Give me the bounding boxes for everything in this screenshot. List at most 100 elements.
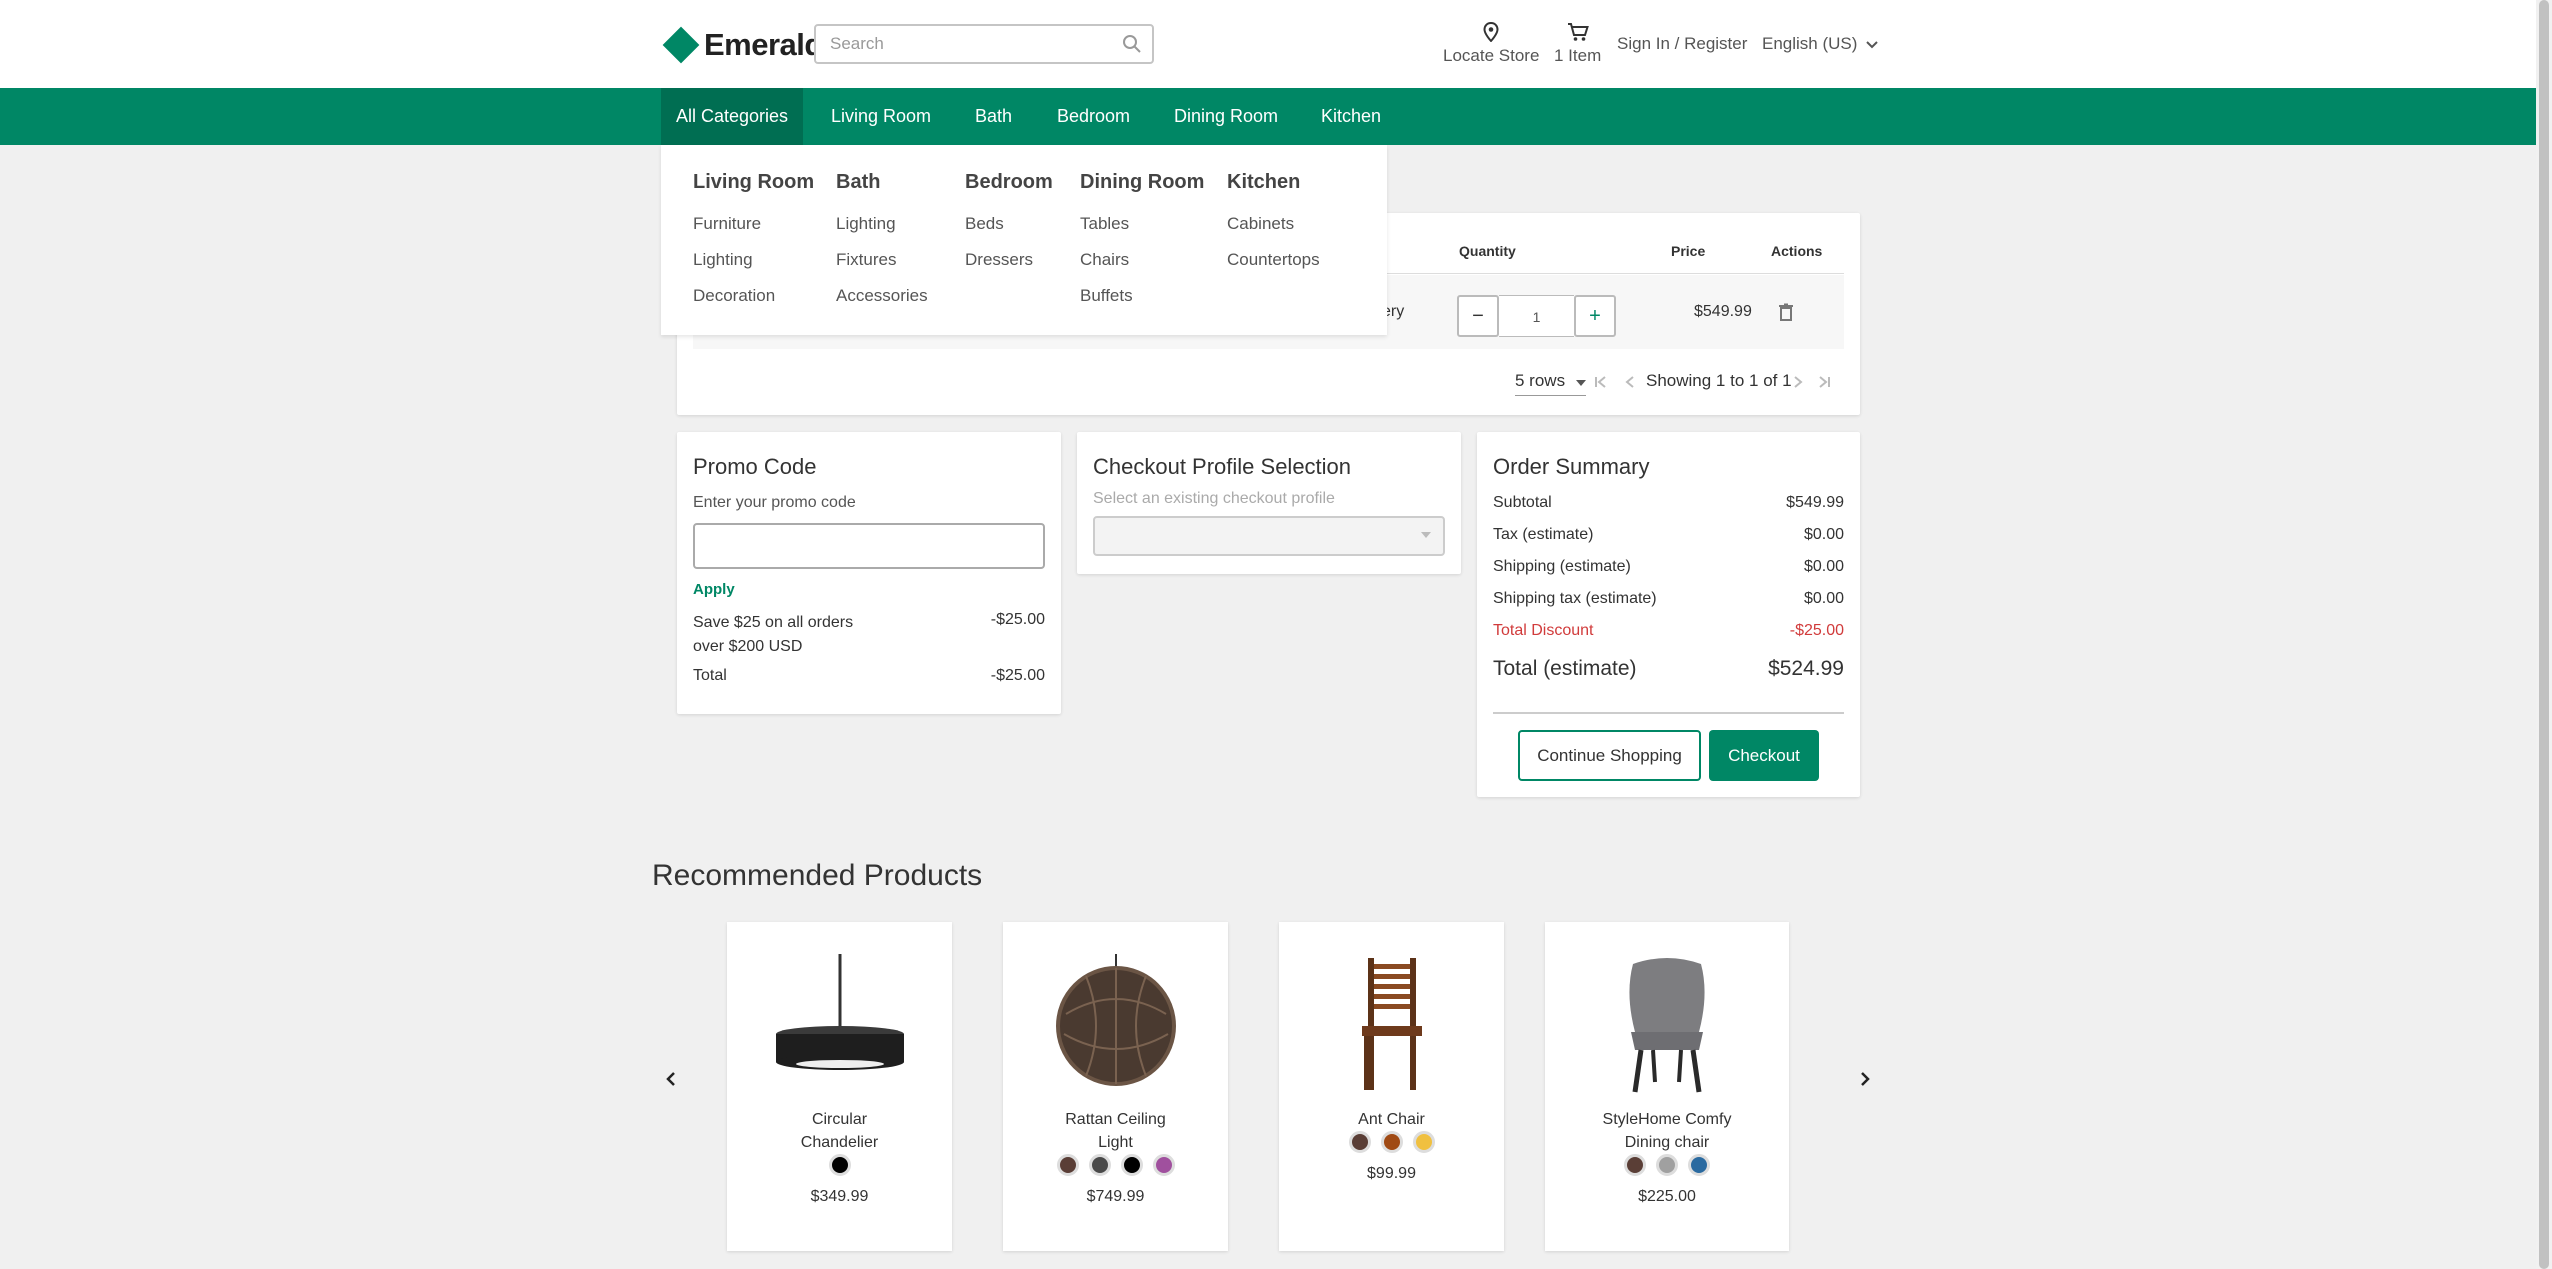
mega-link[interactable]: Lighting bbox=[836, 214, 928, 234]
swatch-purple[interactable] bbox=[1152, 1154, 1175, 1176]
promo-code-input[interactable] bbox=[693, 523, 1045, 569]
product-card[interactable]: Circular Chandelier $349.99 bbox=[727, 922, 952, 1251]
swatch-black[interactable] bbox=[1120, 1154, 1143, 1176]
mega-link[interactable]: Beds bbox=[965, 214, 1053, 234]
price-header: Price bbox=[1671, 243, 1706, 259]
color-swatches bbox=[1003, 1154, 1228, 1176]
nav-kitchen[interactable]: Kitchen bbox=[1306, 88, 1396, 145]
locate-store-link[interactable]: Locate Store bbox=[1443, 22, 1539, 66]
swatch-black[interactable] bbox=[828, 1154, 851, 1176]
product-name[interactable]: Circular Chandelier bbox=[727, 1108, 952, 1154]
swatch-orange[interactable] bbox=[1380, 1131, 1403, 1153]
rows-per-page-select[interactable]: 5 rows bbox=[1515, 371, 1586, 396]
nav-all-categories[interactable]: All Categories bbox=[661, 88, 804, 145]
actions-header: Actions bbox=[1771, 243, 1823, 259]
quantity-input[interactable]: 1 bbox=[1499, 295, 1574, 337]
mega-link[interactable]: Dressers bbox=[965, 250, 1053, 270]
swatch-yellow[interactable] bbox=[1412, 1131, 1435, 1153]
nav-living-room[interactable]: Living Room bbox=[816, 88, 946, 145]
product-card[interactable]: StyleHome Comfy Dining chair $225.00 bbox=[1545, 922, 1789, 1251]
mega-column-living-room: Living Room Furniture Lighting Decoratio… bbox=[693, 171, 814, 322]
product-image[interactable] bbox=[1279, 954, 1504, 1094]
category-nav: All Categories Living Room Bath Bedroom … bbox=[0, 88, 2536, 145]
first-page-icon[interactable] bbox=[1594, 376, 1608, 388]
apply-button[interactable]: Apply bbox=[693, 581, 735, 598]
summary-label: Subtotal bbox=[1493, 494, 1552, 511]
mega-link[interactable]: Lighting bbox=[693, 250, 814, 270]
language-selector[interactable]: English (US) bbox=[1762, 34, 1878, 54]
product-card[interactable]: Ant Chair $99.99 bbox=[1279, 922, 1504, 1251]
continue-shopping-button[interactable]: Continue Shopping bbox=[1518, 730, 1701, 781]
product-image[interactable] bbox=[1545, 954, 1789, 1094]
increase-quantity-button[interactable]: + bbox=[1574, 295, 1616, 337]
promo-total-row: Total -$25.00 bbox=[693, 667, 1045, 685]
brand-logo[interactable]: Emerald bbox=[662, 26, 823, 64]
mega-column-title[interactable]: Dining Room bbox=[1080, 171, 1204, 194]
rows-per-page-label: 5 rows bbox=[1515, 371, 1566, 390]
product-image[interactable] bbox=[1003, 954, 1228, 1094]
checkout-profile-card: Checkout Profile Selection Select an exi… bbox=[1077, 432, 1461, 574]
cart-link[interactable]: 1 Item bbox=[1554, 22, 1601, 66]
wooden-chair-image bbox=[1361, 958, 1422, 1090]
summary-value: $0.00 bbox=[1803, 590, 1844, 607]
language-label: English (US) bbox=[1762, 34, 1858, 53]
swatch-brown[interactable] bbox=[1056, 1154, 1079, 1176]
carousel-prev-icon[interactable] bbox=[666, 1072, 676, 1086]
mega-link[interactable]: Decoration bbox=[693, 286, 814, 306]
summary-label: Shipping (estimate) bbox=[1493, 558, 1631, 575]
recommended-title: Recommended Products bbox=[652, 859, 983, 892]
cart-count: 1 Item bbox=[1554, 46, 1602, 65]
product-image[interactable] bbox=[727, 954, 952, 1094]
color-swatches bbox=[727, 1154, 952, 1176]
mega-link[interactable]: Fixtures bbox=[836, 250, 928, 270]
mega-link[interactable]: Buffets bbox=[1080, 286, 1204, 306]
mega-link[interactable]: Accessories bbox=[836, 286, 928, 306]
sign-in-link[interactable]: Sign In / Register bbox=[1617, 34, 1747, 54]
location-pin-icon bbox=[1483, 22, 1499, 42]
decrease-quantity-button[interactable]: − bbox=[1457, 295, 1499, 337]
search-box bbox=[814, 24, 1154, 64]
mega-link[interactable]: Countertops bbox=[1227, 250, 1320, 270]
scrollbar-thumb[interactable] bbox=[2539, 0, 2549, 1269]
search-input[interactable] bbox=[830, 26, 1110, 62]
product-price: $99.99 bbox=[1367, 1165, 1416, 1182]
shipping-row: Shipping (estimate) $0.00 bbox=[1493, 558, 1844, 576]
promo-total-amount: -$25.00 bbox=[990, 667, 1045, 684]
mega-link[interactable]: Tables bbox=[1080, 214, 1204, 234]
carousel-next-icon[interactable] bbox=[1860, 1072, 1870, 1086]
mega-link[interactable]: Furniture bbox=[693, 214, 814, 234]
trash-icon[interactable] bbox=[1778, 303, 1794, 321]
promo-label: Enter your promo code bbox=[693, 494, 856, 511]
discount-amount: -$25.00 bbox=[990, 611, 1045, 628]
mega-link[interactable]: Cabinets bbox=[1227, 214, 1320, 234]
product-card[interactable]: Rattan Ceiling Light $749.99 bbox=[1003, 922, 1228, 1251]
nav-bath[interactable]: Bath bbox=[960, 88, 1027, 145]
search-icon[interactable] bbox=[1122, 34, 1142, 54]
swatch-gray[interactable] bbox=[1656, 1154, 1678, 1176]
product-name[interactable]: Ant Chair bbox=[1279, 1108, 1504, 1131]
mega-menu: Living Room Furniture Lighting Decoratio… bbox=[661, 145, 1387, 335]
product-name[interactable]: Rattan Ceiling Light bbox=[1003, 1108, 1228, 1154]
nav-dining-room[interactable]: Dining Room bbox=[1159, 88, 1293, 145]
profile-select-label: Select an existing checkout profile bbox=[1093, 490, 1335, 507]
mega-column-title[interactable]: Bath bbox=[836, 171, 928, 194]
order-total-value: $524.99 bbox=[1768, 657, 1844, 680]
chevron-down-icon bbox=[1866, 41, 1878, 49]
nav-bedroom[interactable]: Bedroom bbox=[1042, 88, 1145, 145]
swatch-brown[interactable] bbox=[1348, 1131, 1371, 1153]
previous-page-icon[interactable] bbox=[1625, 376, 1635, 388]
next-page-icon[interactable] bbox=[1793, 376, 1803, 388]
mega-column-title[interactable]: Bedroom bbox=[965, 171, 1053, 194]
site-header: Emerald Locate Store 1 Item Sign In / Re… bbox=[0, 0, 2536, 88]
checkout-button[interactable]: Checkout bbox=[1709, 730, 1819, 781]
swatch-brown[interactable] bbox=[1624, 1154, 1646, 1176]
checkout-profile-select[interactable] bbox=[1093, 516, 1445, 556]
mega-column-title[interactable]: Living Room bbox=[693, 171, 814, 194]
swatch-gray[interactable] bbox=[1088, 1154, 1111, 1176]
swatch-blue[interactable] bbox=[1688, 1154, 1710, 1176]
product-name[interactable]: StyleHome Comfy Dining chair bbox=[1545, 1108, 1789, 1154]
mega-column-title[interactable]: Kitchen bbox=[1227, 171, 1320, 194]
cart-icon bbox=[1567, 23, 1589, 41]
mega-link[interactable]: Chairs bbox=[1080, 250, 1204, 270]
last-page-icon[interactable] bbox=[1817, 376, 1831, 388]
